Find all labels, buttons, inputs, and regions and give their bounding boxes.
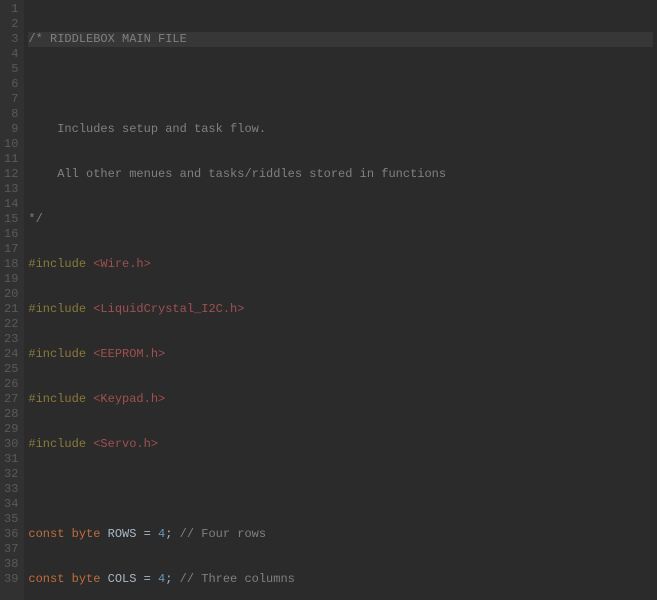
line-number: 14 xyxy=(4,197,18,212)
line-number: 7 xyxy=(4,92,18,107)
code-area[interactable]: /* RIDDLEBOX MAIN FILE Includes setup an… xyxy=(24,0,657,600)
line-number: 4 xyxy=(4,47,18,62)
include-path: <Wire.h> xyxy=(93,257,151,271)
line-number: 23 xyxy=(4,332,18,347)
line-number: 17 xyxy=(4,242,18,257)
line-number: 10 xyxy=(4,137,18,152)
code-line: #include <LiquidCrystal_I2C.h> xyxy=(28,302,653,317)
line-gutter: 1234567891011121314151617181920212223242… xyxy=(0,0,24,600)
code-line: */ xyxy=(28,212,653,227)
line-number: 12 xyxy=(4,167,18,182)
line-number: 28 xyxy=(4,407,18,422)
code-line: Includes setup and task flow. xyxy=(28,122,653,137)
comment-text: */ xyxy=(28,212,42,226)
line-number: 3 xyxy=(4,32,18,47)
line-number: 26 xyxy=(4,377,18,392)
line-number: 36 xyxy=(4,527,18,542)
line-number: 32 xyxy=(4,467,18,482)
code-line xyxy=(28,77,653,92)
line-number: 24 xyxy=(4,347,18,362)
comment-text: All other menues and tasks/riddles store… xyxy=(28,167,446,181)
line-number: 20 xyxy=(4,287,18,302)
code-line: #include <EEPROM.h> xyxy=(28,347,653,362)
line-number: 11 xyxy=(4,152,18,167)
line-number: 29 xyxy=(4,422,18,437)
line-number: 30 xyxy=(4,437,18,452)
code-line: /* RIDDLEBOX MAIN FILE xyxy=(28,32,653,47)
line-number: 8 xyxy=(4,107,18,122)
code-line: #include <Servo.h> xyxy=(28,437,653,452)
line-number: 34 xyxy=(4,497,18,512)
line-number: 2 xyxy=(4,17,18,32)
line-number: 37 xyxy=(4,542,18,557)
line-number: 6 xyxy=(4,77,18,92)
line-number: 9 xyxy=(4,122,18,137)
line-number: 31 xyxy=(4,452,18,467)
comment-text: /* RIDDLEBOX MAIN FILE xyxy=(28,32,186,46)
line-number: 1 xyxy=(4,2,18,17)
code-line: #include <Wire.h> xyxy=(28,257,653,272)
code-line: All other menues and tasks/riddles store… xyxy=(28,167,653,182)
line-number: 21 xyxy=(4,302,18,317)
comment-text: Includes setup and task flow. xyxy=(28,122,266,136)
preproc: #include xyxy=(28,257,93,271)
line-number: 33 xyxy=(4,482,18,497)
line-number: 27 xyxy=(4,392,18,407)
line-number: 35 xyxy=(4,512,18,527)
line-number: 5 xyxy=(4,62,18,77)
line-number: 16 xyxy=(4,227,18,242)
line-number: 13 xyxy=(4,182,18,197)
line-number: 39 xyxy=(4,572,18,587)
code-line: const byte COLS = 4; // Three columns xyxy=(28,572,653,587)
line-number: 18 xyxy=(4,257,18,272)
line-number: 25 xyxy=(4,362,18,377)
line-number: 19 xyxy=(4,272,18,287)
line-number: 38 xyxy=(4,557,18,572)
line-number: 22 xyxy=(4,317,18,332)
code-line xyxy=(28,482,653,497)
code-editor: 1234567891011121314151617181920212223242… xyxy=(0,0,657,600)
code-line: #include <Keypad.h> xyxy=(28,392,653,407)
code-line: const byte ROWS = 4; // Four rows xyxy=(28,527,653,542)
line-number: 15 xyxy=(4,212,18,227)
